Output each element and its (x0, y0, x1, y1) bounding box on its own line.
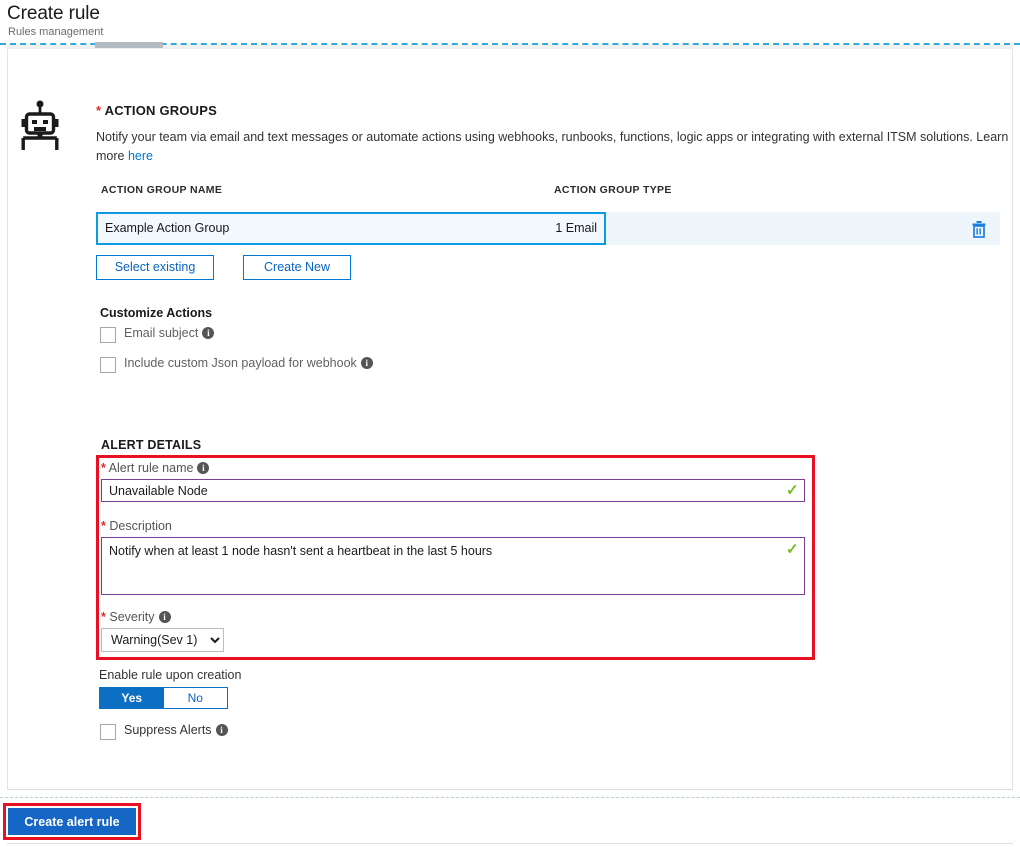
json-payload-checkbox[interactable] (100, 357, 116, 373)
alert-rule-name-input[interactable] (101, 479, 805, 502)
action-groups-description-text: Notify your team via email and text mess… (96, 130, 1009, 163)
info-icon[interactable]: i (202, 327, 215, 339)
alert-rule-name-label-text: Alert rule name (108, 461, 194, 475)
info-icon[interactable]: i (158, 611, 171, 623)
select-existing-button[interactable]: Select existing (96, 255, 214, 280)
scrollbar-thumb[interactable] (95, 42, 163, 48)
robot-icon (20, 100, 60, 155)
email-subject-label-text: Email subject (124, 326, 199, 340)
action-groups-heading: * ACTION GROUPS (96, 103, 217, 118)
trash-icon[interactable] (968, 218, 990, 240)
valid-check-icon: ✓ (786, 541, 799, 558)
severity-label: * Severity i (101, 610, 171, 624)
description-textarea[interactable] (101, 537, 805, 595)
create-new-button[interactable]: Create New (243, 255, 351, 280)
footer-bottom-divider (7, 843, 1013, 844)
footer-dashed-divider (0, 797, 1020, 798)
required-asterisk: * (101, 610, 106, 624)
learn-more-link[interactable]: here (128, 149, 153, 163)
json-payload-label-text: Include custom Json payload for webhook (124, 356, 357, 370)
action-groups-description: Notify your team via email and text mess… (96, 128, 1020, 166)
required-asterisk: * (96, 103, 102, 118)
action-groups-heading-text: ACTION GROUPS (104, 103, 217, 118)
create-rule-page: Create rule Rules management * ACTION GR… (0, 0, 1020, 847)
required-asterisk: * (101, 519, 106, 533)
page-subtitle: Rules management (8, 26, 104, 38)
alert-rule-name-label: * Alert rule name i (101, 461, 210, 475)
enable-rule-label: Enable rule upon creation (99, 668, 242, 682)
alert-details-heading: ALERT DETAILS (101, 438, 202, 452)
description-label-text: Description (109, 519, 172, 533)
email-subject-checkbox[interactable] (100, 327, 116, 343)
suppress-alerts-label: Suppress Alerts i (124, 723, 228, 737)
json-payload-label: Include custom Json payload for webhook i (124, 356, 373, 370)
customize-actions-heading: Customize Actions (100, 306, 213, 320)
required-asterisk: * (101, 461, 106, 475)
info-icon[interactable]: i (360, 357, 373, 369)
info-icon[interactable]: i (197, 462, 210, 474)
column-header-action-group-name: ACTION GROUP NAME (101, 184, 223, 196)
description-label: * Description (101, 519, 172, 533)
action-group-name-value: Example Action Group (105, 221, 230, 235)
column-header-action-group-type: ACTION GROUP TYPE (554, 184, 672, 196)
enable-rule-yes-option[interactable]: Yes (100, 688, 164, 708)
action-group-type-value: 1 Email (555, 221, 597, 235)
page-header: Create rule Rules management (0, 0, 1020, 44)
valid-check-icon: ✓ (786, 482, 799, 499)
email-subject-label: Email subject i (124, 326, 215, 340)
suppress-alerts-label-text: Suppress Alerts (124, 723, 212, 737)
suppress-alerts-checkbox[interactable] (100, 724, 116, 740)
create-alert-rule-button[interactable]: Create alert rule (8, 808, 136, 835)
severity-select[interactable]: Critical(Sev 0)Warning(Sev 1)Information… (101, 628, 224, 652)
severity-label-text: Severity (109, 610, 155, 624)
info-icon[interactable]: i (215, 724, 228, 736)
page-title: Create rule (7, 3, 100, 24)
enable-rule-no-option[interactable]: No (163, 688, 227, 708)
enable-rule-toggle[interactable]: Yes No (99, 687, 228, 709)
